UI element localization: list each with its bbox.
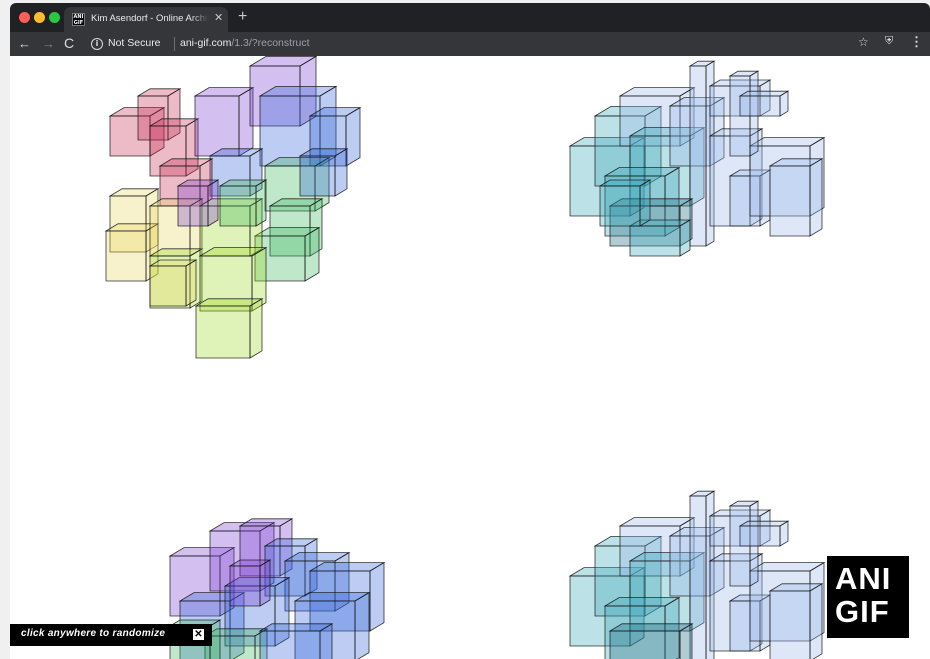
- url-text[interactable]: ani-gif.com/1.3/?reconstruct: [180, 37, 310, 49]
- address-bar[interactable]: i Not Secure ani-gif.com/1.3/?reconstruc…: [88, 34, 923, 54]
- cube-14: [738, 520, 790, 547]
- reload-button[interactable]: C: [64, 35, 74, 52]
- new-tab-button[interactable]: +: [238, 8, 247, 26]
- hint-text: click anywhere to randomize: [21, 628, 166, 639]
- hint-close-icon[interactable]: ✕: [193, 629, 204, 640]
- rainbow-sculpture-top-left: [104, 56, 362, 359]
- browser-toolbar: ← → C i Not Secure ani-gif.com/1.3/?reco…: [10, 32, 930, 56]
- cube-10: [258, 623, 334, 659]
- cube-21: [176, 179, 220, 227]
- browser-menu-icon[interactable]: ⋮: [910, 34, 923, 50]
- tab-title: Kim Asendorf - Online Architecture: [91, 13, 209, 24]
- blue-sculpture-bottom-right: [568, 490, 826, 659]
- cube-12: [228, 559, 272, 607]
- blue-sculpture-top-right: [568, 60, 826, 257]
- cube-22: [148, 259, 198, 307]
- cube-16: [738, 90, 790, 117]
- cube-10: [298, 148, 349, 197]
- tab-close-icon[interactable]: ✕: [214, 11, 223, 25]
- cube-14: [598, 179, 652, 227]
- close-window-button[interactable]: [19, 12, 30, 23]
- forward-button[interactable]: →: [42, 35, 55, 52]
- logo-line-2: GIF: [835, 594, 890, 629]
- cube-20: [218, 179, 268, 227]
- cube-12: [608, 623, 694, 659]
- hint-bar: click anywhere to randomize ✕: [10, 624, 212, 646]
- info-icon[interactable]: i: [91, 38, 103, 50]
- cube-19: [194, 298, 264, 359]
- favicon-icon: ANI GIF: [72, 13, 85, 26]
- url-divider: [174, 37, 175, 51]
- url-host: ani-gif.com: [180, 37, 232, 49]
- browser-window: ANI GIF Kim Asendorf - Online Architectu…: [10, 3, 930, 659]
- extension-icon[interactable]: ⛨: [885, 35, 893, 48]
- bookmark-star-icon[interactable]: ☆: [858, 35, 869, 49]
- url-path: /1.3/?reconstruct: [231, 37, 310, 49]
- logo-line-1: ANI: [835, 561, 892, 596]
- tab-strip: ANI GIF Kim Asendorf - Online Architectu…: [10, 3, 930, 32]
- back-button[interactable]: ←: [18, 35, 31, 52]
- box-sculptures: [104, 56, 826, 659]
- security-label[interactable]: Not Secure: [108, 37, 161, 49]
- maximize-window-button[interactable]: [49, 12, 60, 23]
- anigif-logo: ANI GIF: [827, 556, 909, 638]
- cube-3: [193, 86, 255, 157]
- cube-10: [768, 583, 824, 659]
- minimize-window-button[interactable]: [34, 12, 45, 23]
- artwork-canvas[interactable]: ANI GIF click anywhere to randomize ✕: [10, 56, 930, 659]
- cube-10: [768, 158, 824, 237]
- active-tab[interactable]: ANI GIF Kim Asendorf - Online Architectu…: [64, 7, 228, 32]
